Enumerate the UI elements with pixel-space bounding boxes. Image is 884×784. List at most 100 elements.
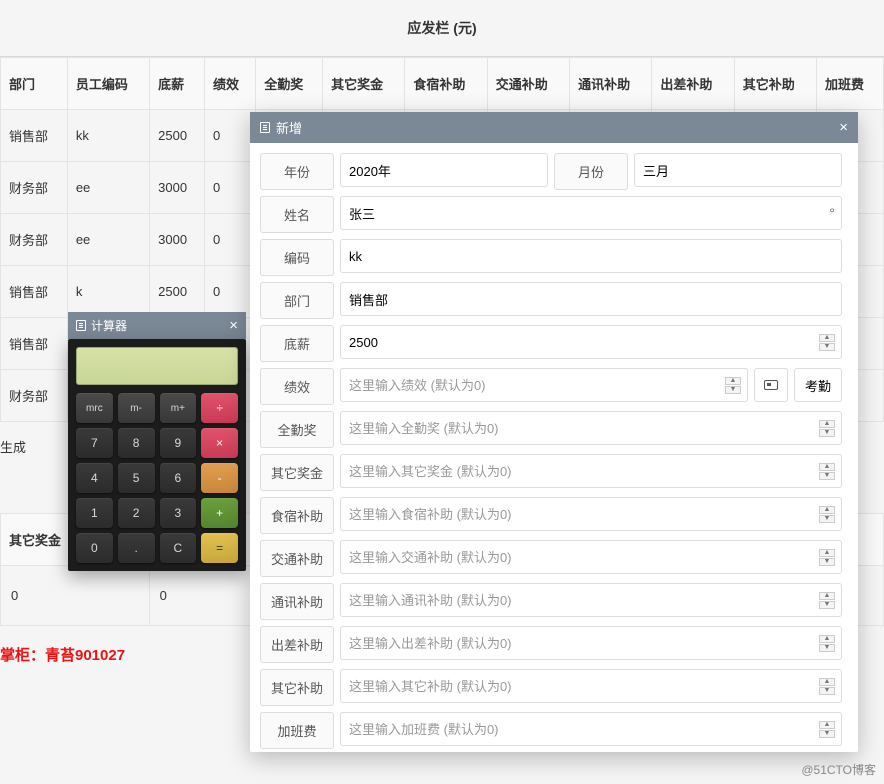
name-input[interactable]	[347, 198, 829, 229]
modal-close-icon[interactable]: ×	[839, 119, 848, 136]
calc-key-0[interactable]: 0	[76, 533, 113, 563]
table-cell: kk	[67, 110, 149, 162]
full-field[interactable]: ▲▼	[340, 411, 842, 445]
table-cell: 0	[1, 566, 150, 626]
column-header: 员工编码	[67, 58, 149, 110]
spinner-icon[interactable]: ▲▼	[819, 506, 835, 523]
document-icon	[260, 122, 270, 133]
spinner-icon[interactable]: ▲▼	[819, 721, 835, 738]
code-field[interactable]	[340, 239, 842, 273]
trip-input[interactable]	[347, 628, 819, 659]
calc-key-7[interactable]: 7	[76, 428, 113, 458]
column-header: 底薪	[150, 58, 205, 110]
dept-input[interactable]	[347, 284, 835, 315]
name-field[interactable]: °	[340, 196, 842, 230]
calc-key-c[interactable]: C	[160, 533, 197, 563]
month-input[interactable]	[641, 155, 835, 186]
watermark: @51CTO博客	[801, 761, 876, 778]
comm-label: 通讯补助	[260, 583, 334, 620]
year-input[interactable]	[347, 155, 541, 186]
column-header: 绩效	[204, 58, 255, 110]
spinner-icon[interactable]: ▲▼	[725, 377, 741, 394]
ot-input[interactable]	[347, 714, 819, 745]
calc-key-2[interactable]: 2	[118, 498, 155, 528]
table-cell: 0	[204, 162, 255, 214]
spinner-icon[interactable]: ▲▼	[819, 549, 835, 566]
column-header: 部门	[1, 58, 68, 110]
calc-key--[interactable]: -	[201, 463, 238, 493]
comm-field[interactable]: ▲▼	[340, 583, 842, 617]
table-cell: 财务部	[1, 370, 68, 422]
calculator-close-icon[interactable]: ×	[229, 317, 238, 334]
year-field[interactable]	[340, 153, 548, 187]
base-field[interactable]: ▲▼	[340, 325, 842, 359]
other-label: 其它补助	[260, 669, 334, 706]
modal-titlebar[interactable]: 新增 ×	[250, 112, 858, 143]
ot-field[interactable]: ▲▼	[340, 712, 842, 746]
calc-key-m+[interactable]: m+	[160, 393, 197, 423]
calc-key-=[interactable]: =	[201, 533, 238, 563]
dept-field[interactable]	[340, 282, 842, 316]
year-label: 年份	[260, 153, 334, 190]
full-input[interactable]	[347, 413, 819, 444]
column-header: 通讯补助	[570, 58, 652, 110]
calc-key-9[interactable]: 9	[160, 428, 197, 458]
card-button[interactable]	[754, 368, 788, 402]
calc-key-.[interactable]: .	[118, 533, 155, 563]
table-cell: ee	[67, 214, 149, 266]
table-cell: ee	[67, 162, 149, 214]
calc-key-÷[interactable]: ÷	[201, 393, 238, 423]
code-input[interactable]	[347, 241, 835, 272]
table-cell: 0	[204, 266, 255, 318]
card-icon	[764, 380, 778, 390]
calculator-titlebar[interactable]: 计算器 ×	[68, 312, 246, 339]
table-cell: 销售部	[1, 110, 68, 162]
perf-input[interactable]	[347, 370, 725, 401]
spinner-icon[interactable]: ▲▼	[819, 420, 835, 437]
column-header: 食宿补助	[405, 58, 487, 110]
other-input[interactable]	[347, 671, 819, 702]
generate-button[interactable]: 生成	[0, 428, 58, 465]
spinner-icon[interactable]: ▲▼	[819, 635, 835, 652]
calculator-title: 计算器	[91, 317, 127, 334]
calc-key-×[interactable]: ×	[201, 428, 238, 458]
full-label: 全勤奖	[260, 411, 334, 448]
calc-key-6[interactable]: 6	[160, 463, 197, 493]
calc-key-m-[interactable]: m-	[118, 393, 155, 423]
bonus-input[interactable]	[347, 456, 819, 487]
perf-field[interactable]: ▲▼	[340, 368, 748, 402]
food-input[interactable]	[347, 499, 819, 530]
document-icon	[76, 320, 86, 331]
calc-key-3[interactable]: 3	[160, 498, 197, 528]
table-cell: 财务部	[1, 214, 68, 266]
trip-label: 出差补助	[260, 626, 334, 663]
calc-key-mrc[interactable]: mrc	[76, 393, 113, 423]
traffic-field[interactable]: ▲▼	[340, 540, 842, 574]
traffic-label: 交通补助	[260, 540, 334, 577]
column-header: 全勤奖	[256, 58, 323, 110]
other-field[interactable]: ▲▼	[340, 669, 842, 703]
code-label: 编码	[260, 239, 334, 276]
table-cell: 2500	[150, 266, 205, 318]
trip-field[interactable]: ▲▼	[340, 626, 842, 660]
calc-key-8[interactable]: 8	[118, 428, 155, 458]
base-input[interactable]	[347, 327, 819, 358]
table-cell: 0	[204, 214, 255, 266]
bonus-field[interactable]: ▲▼	[340, 454, 842, 488]
calc-key-5[interactable]: 5	[118, 463, 155, 493]
spinner-icon[interactable]: ▲▼	[819, 592, 835, 609]
spinner-icon[interactable]: ▲▼	[819, 678, 835, 695]
spinner-icon[interactable]: ▲▼	[819, 334, 835, 351]
comm-input[interactable]	[347, 585, 819, 616]
calc-key-+[interactable]: +	[201, 498, 238, 528]
table-cell: 0	[204, 110, 255, 162]
attendance-button[interactable]: 考勤	[794, 368, 842, 402]
month-field[interactable]	[634, 153, 842, 187]
food-field[interactable]: ▲▼	[340, 497, 842, 531]
calc-key-1[interactable]: 1	[76, 498, 113, 528]
traffic-input[interactable]	[347, 542, 819, 573]
calc-key-4[interactable]: 4	[76, 463, 113, 493]
person-icon[interactable]: °	[829, 205, 835, 221]
column-header: 出差补助	[652, 58, 734, 110]
spinner-icon[interactable]: ▲▼	[819, 463, 835, 480]
